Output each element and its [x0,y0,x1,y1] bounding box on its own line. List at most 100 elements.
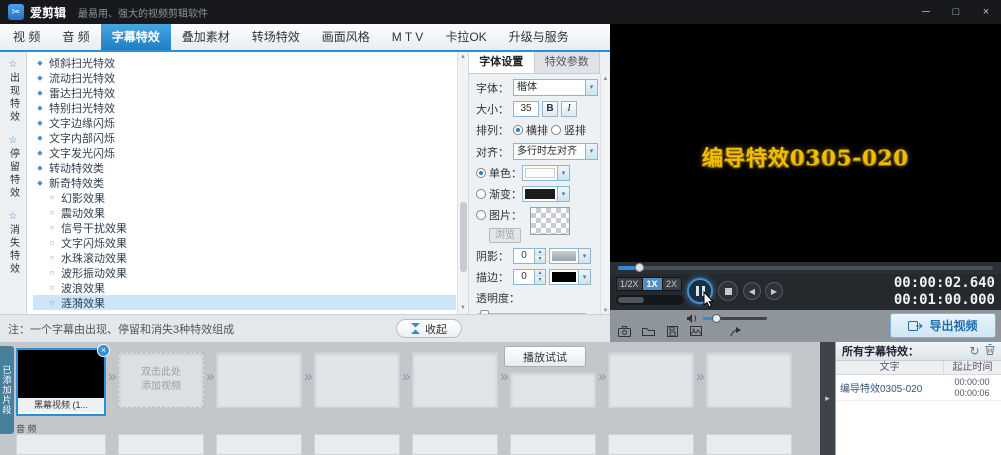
snapshot-icon[interactable] [616,324,632,338]
image-texture-preview[interactable] [530,207,570,235]
speed-half-button[interactable]: 1/2X [616,277,642,291]
effects-list-scrollbar[interactable]: ▲ ▼ [457,52,468,314]
spin-down-icon[interactable]: ▼ [535,277,545,284]
effect-group-row[interactable]: ◆倾斜扫光特效 [33,55,456,70]
tab-overlay-material[interactable]: 叠加素材 [171,24,241,50]
stroke-color-picker[interactable]: ▾ [549,269,591,285]
export-video-button[interactable]: 导出视频 [890,313,996,338]
tab-subtitle-effects[interactable]: 字幕特效 [101,24,171,50]
subtitle-table-row[interactable]: 编导特效0305-020 00:00:00 00:00:06 [836,375,1001,401]
sidebar-item-disappear-effects[interactable]: ☆ 消失特效 [6,212,21,276]
radio-image-fill[interactable] [476,210,486,220]
added-clips-tab[interactable]: 已添加片段 [0,346,14,434]
refresh-icon[interactable]: ↻ [967,344,982,359]
effect-row[interactable]: ○震动效果 [33,205,456,220]
browse-button[interactable]: 浏览 [489,228,521,243]
effect-group-row[interactable]: ◆流动扫光特效 [33,70,456,85]
speed-1x-button[interactable]: 1X [642,277,662,291]
gradient-color-picker[interactable]: ▾ [522,186,570,202]
timeline-zoom-slider[interactable] [616,295,684,305]
collapse-button[interactable]: 收起 [396,319,462,338]
align-select[interactable]: 多行时左对齐 ▾ [513,143,598,160]
stroke-spinner[interactable]: 0 ▲▼ [513,269,546,285]
effect-row[interactable]: ○波浪效果 [33,280,456,295]
shadow-spinner[interactable]: 0 ▲▼ [513,248,546,264]
play-test-button[interactable]: 播放试试 [504,346,586,367]
radio-vertical[interactable] [551,125,561,135]
minimize-icon[interactable]: ─ [919,6,933,18]
clip-thumbnail[interactable] [18,350,104,398]
tab-karaoke[interactable]: 卡拉OK [434,24,497,50]
maximize-icon[interactable]: □ [949,6,963,18]
tab-font-settings[interactable]: 字体设置 [469,52,535,73]
spin-up-icon[interactable]: ▲ [535,249,545,256]
spin-down-icon[interactable]: ▼ [535,256,545,263]
tab-upgrade-services[interactable]: 升级与服务 [498,24,580,50]
tab-mtv[interactable]: M T V [381,24,435,50]
effect-label: 涟漪效果 [61,295,105,311]
scroll-down-icon[interactable]: ▼ [458,303,468,314]
tab-video[interactable]: 视 频 [2,24,51,50]
font-family-select[interactable]: 楷体 ▾ [513,79,598,96]
speed-2x-button[interactable]: 2X [662,277,682,291]
tab-audio[interactable]: 音 频 [51,24,100,50]
volume-track[interactable] [703,317,767,320]
italic-button[interactable]: I [561,101,577,117]
share-icon[interactable] [728,324,744,338]
settings-scrollbar[interactable]: ▲ ▼ [600,74,610,314]
effect-group-row[interactable]: ◆雷达扫光特效 [33,85,456,100]
effect-group-row[interactable]: ◆文字内部闪烁 [33,130,456,145]
panel-collapse-strip[interactable]: ▸ [820,342,835,455]
add-video-slot[interactable]: 双击此处 添加视频 [118,352,204,408]
scroll-up-icon[interactable]: ▲ [458,52,468,63]
sidebar-item-appear-effects[interactable]: ☆ 出现特效 [6,60,21,124]
trash-icon[interactable] [982,344,997,359]
effect-row[interactable]: ○波形振动效果 [33,265,456,280]
effects-list: ◆倾斜扫光特效 ◆流动扫光特效 ◆雷达扫光特效 ◆特别扫光特效 ◆文字边缘闪烁 … [27,52,468,314]
effect-row[interactable]: ○水珠滚动效果 [33,250,456,265]
save-icon[interactable] [664,324,680,338]
remove-clip-icon[interactable]: × [97,344,110,357]
radio-gradient-color[interactable] [476,189,486,199]
shadow-color-picker[interactable]: ▾ [549,248,591,264]
effect-group-row[interactable]: ◆新奇特效类 [33,175,456,190]
font-size-input[interactable]: 35 [513,101,539,117]
seek-track[interactable] [618,266,993,270]
close-icon[interactable]: × [979,6,993,18]
timeline-zoom-thumb[interactable] [618,297,644,303]
stop-button[interactable] [718,281,738,301]
child-bullet-icon: ○ [48,208,56,217]
bold-button[interactable]: B [542,101,558,117]
video-clip-item[interactable]: 黑幕视频 (1... × [16,348,106,416]
open-folder-icon[interactable] [640,324,656,338]
effect-group-row[interactable]: ◆文字边缘闪烁 [33,115,456,130]
gradient-label: 渐变： [489,186,519,202]
next-frame-button[interactable]: ▶ [765,282,783,300]
chevron-down-icon: ▾ [557,166,569,180]
solid-color-picker[interactable]: ▾ [522,165,570,181]
photo-icon[interactable] [688,324,704,338]
speaker-icon[interactable] [686,313,698,324]
previous-frame-button[interactable]: ◀ [743,282,761,300]
effect-row-selected[interactable]: ○涟漪效果 [33,295,456,310]
tab-picture-style[interactable]: 画面风格 [311,24,381,50]
spin-up-icon[interactable]: ▲ [535,270,545,277]
scrollbar-thumb[interactable] [460,202,467,272]
sidebar-item-stay-effects[interactable]: ☆ 停留特效 [6,136,21,200]
effect-group-row[interactable]: ◆文字发光闪烁 [33,145,456,160]
scroll-up-icon[interactable]: ▲ [601,74,610,85]
effect-group-row[interactable]: ◆转动特效类 [33,160,456,175]
effect-label: 文字内部闪烁 [49,130,115,146]
effect-row[interactable]: ○文字闪烁效果 [33,235,456,250]
volume-handle[interactable] [712,314,721,323]
effect-row[interactable]: ○幻影效果 [33,190,456,205]
empty-audio-slot [706,434,792,455]
seek-handle[interactable] [635,263,644,272]
tab-transition-effects[interactable]: 转场特效 [241,24,311,50]
radio-solid-color[interactable] [476,168,486,178]
effect-group-row[interactable]: ◆特别扫光特效 [33,100,456,115]
radio-horizontal[interactable] [513,125,523,135]
effect-row[interactable]: ○信号干扰效果 [33,220,456,235]
sidebar-label: 消失特效 [6,224,21,276]
tab-effect-params[interactable]: 特效参数 [535,52,601,73]
